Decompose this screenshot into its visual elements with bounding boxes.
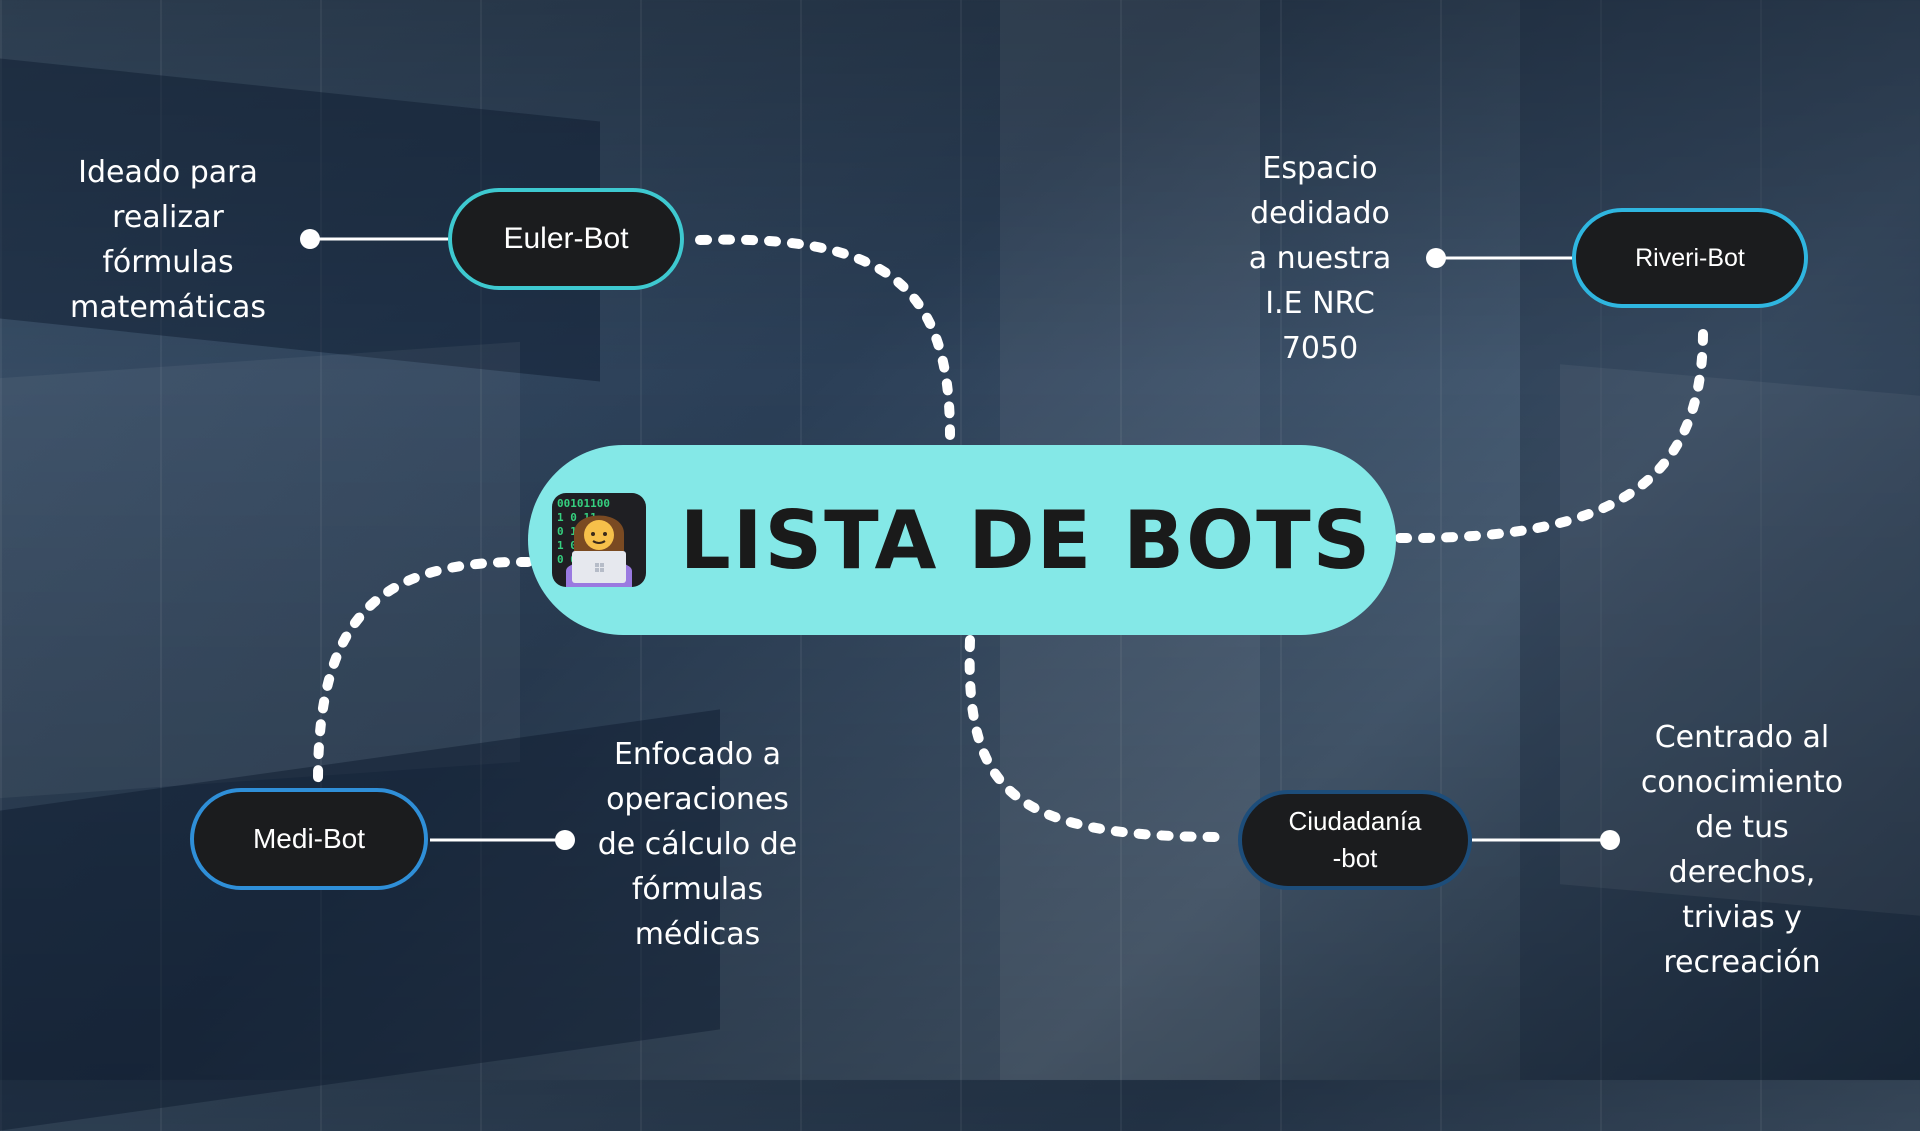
connector-euler [695,234,955,440]
euler-bot-node: Euler-Bot [448,188,684,290]
ciudadania-bot-node: Ciudadanía -bot [1238,790,1472,890]
description-line: conocimiento [1640,765,1844,800]
medi-bot-node: Medi-Bot [190,788,428,890]
dot-ciudadania [1600,830,1620,850]
description-line: operaciones [606,782,789,817]
riveri-bot-node: Riveri-Bot [1572,208,1808,308]
page-title: LISTA DE BOTS [679,493,1373,587]
connector-ciudadania [964,635,1227,842]
description-line: de cálculo de [597,827,798,862]
connector-riveri [1395,320,1709,544]
center-title-pill: 00101100 1 0 11 0 1 01 1 0 10 0 0 LISTA … [528,445,1396,635]
svg-text:00101100: 00101100 [557,497,610,510]
description-line: Enfocado a [613,737,782,772]
description-line: I.E NRC [1265,286,1375,321]
connector-medi [313,556,533,785]
technologist-woman-icon: 00101100 1 0 11 0 1 01 1 0 10 0 0 [551,493,646,587]
euler-bot-description: Ideado para realizar fórmulas matemática… [48,150,288,330]
ciudadania-bot-label-line: -bot [1332,843,1378,873]
riveri-bot-description: Espacio dedidado a nuestra I.E NRC 7050 [1205,146,1435,371]
description-line: realizar [112,200,224,235]
description-line: fórmulas [102,245,234,280]
description-line: trivias y [1682,900,1802,935]
dot-euler [300,229,320,249]
ciudadania-bot-label-line: Ciudadanía [1288,806,1422,836]
medi-bot-description: Enfocado a operaciones de cálculo de fór… [570,732,825,957]
description-line: Ideado para [78,155,258,190]
description-line: recreación [1663,945,1821,980]
description-line: a nuestra [1248,241,1392,276]
euler-bot-label: Euler-Bot [503,222,629,255]
description-line: fórmulas [631,872,764,907]
riveri-bot-label: Riveri-Bot [1635,243,1745,272]
description-line: 7050 [1281,331,1359,366]
description-line: médicas [634,917,761,952]
medi-bot-label: Medi-Bot [252,823,366,854]
ciudadania-bot-description: Centrado al conocimiento de tus derechos… [1620,715,1864,985]
description-line: Espacio [1262,151,1378,186]
description-line: dedidado [1250,196,1390,231]
description-line: Centrado al [1654,720,1830,755]
description-line: derechos, [1668,855,1816,890]
description-line: de tus [1695,810,1789,845]
description-line: matemáticas [69,290,267,325]
